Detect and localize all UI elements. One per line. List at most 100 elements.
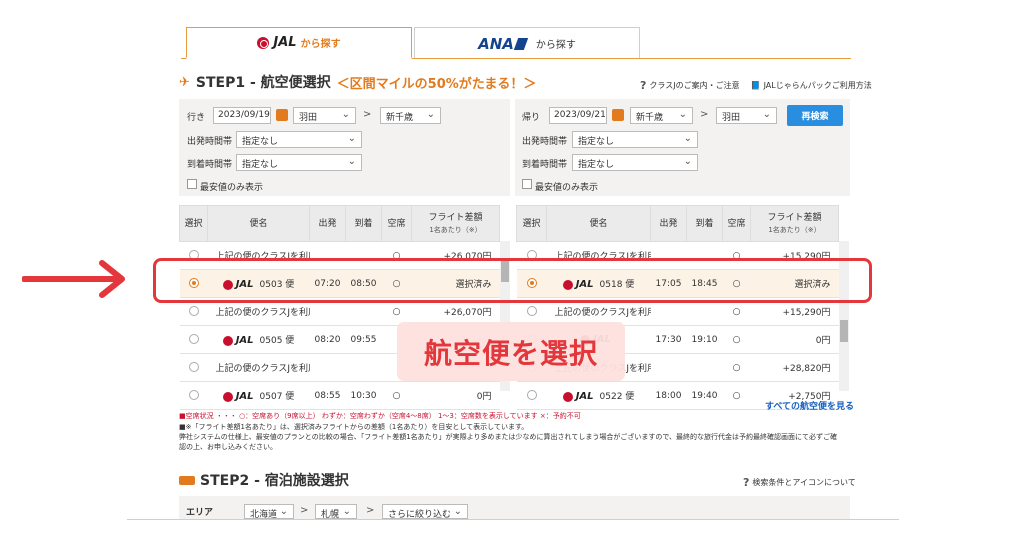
calendar-icon[interactable] — [612, 109, 624, 121]
outbound-time-label: 出発時間帯 — [187, 137, 233, 147]
tab-ana-label: から探す — [535, 40, 576, 51]
col-fare-sub: 1名あたり（※） — [429, 225, 482, 234]
area-refine-select[interactable]: さらに絞り込む ⌄ — [382, 504, 468, 520]
depart-time — [309, 353, 346, 382]
select-cell — [179, 353, 208, 382]
area-city-select[interactable]: 札幌 ⌄ — [315, 504, 357, 520]
flight-radio[interactable] — [188, 390, 199, 401]
fare-diff: +28,820円 — [750, 353, 839, 382]
col-seats: 空席 — [722, 205, 751, 242]
outbound-cheapest-checkbox[interactable] — [187, 179, 197, 189]
col-fare-label: フライト差額 — [428, 212, 483, 223]
inbound-to-value: 羽田 — [722, 113, 741, 123]
inbound-from-select[interactable]: 新千歳 ⌄ — [630, 107, 693, 124]
chevron-down-icon: ⌄ — [341, 109, 350, 120]
inbound-scroll-thumb[interactable] — [840, 320, 848, 342]
col-fare-sub: 1名あたり（※） — [768, 225, 821, 234]
depart-time: 18:00 — [650, 381, 687, 410]
flight-row[interactable]: JAL 0507 便 08:55 10:30 ○ 0円 — [179, 381, 500, 410]
flight-radio[interactable] — [526, 390, 537, 401]
question-icon: ? — [743, 476, 750, 489]
classj-label: 上記の便のクラスJを利用する — [554, 308, 651, 318]
outbound-date-field[interactable]: 2023/09/19 — [213, 107, 271, 124]
col-depart: 出発 — [309, 205, 346, 242]
seat-status: ○ — [722, 381, 751, 410]
inbound-to-select[interactable]: 羽田 ⌄ — [716, 107, 777, 124]
col-arrive: 到着 — [345, 205, 382, 242]
jal-logo-text: JAL — [235, 335, 254, 346]
chevron-down-icon: ⌄ — [279, 506, 288, 517]
area-arrow: > — [300, 505, 309, 516]
route-arrow: > — [700, 109, 709, 120]
area-label: エリア — [186, 508, 214, 518]
help-links: ? クラスJのご案内・ご注意 📘 JALじゃらんパックご利用方法 — [640, 79, 872, 92]
search-conditions-link[interactable]: 検索条件とアイコンについて — [752, 477, 855, 488]
col-flight: 便名 — [546, 205, 651, 242]
tab-ana[interactable]: ANA から探す — [414, 27, 640, 59]
inbound-arr-select[interactable]: 指定なし ⌄ — [572, 154, 698, 171]
outbound-from-select[interactable]: 羽田 ⌄ — [293, 107, 356, 124]
flight-number: 0505 便 — [259, 336, 295, 346]
research-button[interactable]: 再検索 — [787, 105, 843, 126]
outbound-label: 行き — [187, 113, 206, 123]
flight-cell: 上記の便のクラスJを利用するJ — [207, 353, 310, 382]
classj-label: 上記の便のクラスJを利用する — [215, 364, 310, 374]
flight-radio[interactable] — [188, 362, 199, 373]
area-arrow: > — [366, 505, 375, 516]
usage-link[interactable]: JALじゃらんパックご利用方法 — [764, 80, 872, 91]
page-bottom-border — [127, 519, 899, 520]
step1-subtitle: ＜区間マイルの50%がたまる！＞ — [336, 76, 537, 92]
fare-diff: 0円 — [411, 381, 500, 410]
fare-note-3: 認の上、お申し込みください。 — [179, 443, 277, 451]
outbound-to-select[interactable]: 新千歳 ⌄ — [380, 107, 441, 124]
col-depart: 出発 — [650, 205, 687, 242]
airplane-icon: ✈ — [179, 74, 190, 90]
outbound-from-value: 羽田 — [299, 113, 318, 123]
arrive-time — [345, 353, 382, 382]
flight-cell: JAL 0507 便 — [207, 381, 310, 410]
flight-radio[interactable] — [526, 306, 537, 317]
annotation-label: 航空便を選択 — [397, 322, 625, 381]
chevron-down-icon: ⌄ — [347, 156, 356, 167]
chevron-down-icon: ⌄ — [762, 109, 771, 120]
classj-info-link[interactable]: クラスJのご案内・ご注意 — [649, 80, 739, 91]
step2-header: STEP2 - 宿泊施設選択 — [179, 470, 349, 490]
arrive-time: 19:40 — [686, 381, 723, 410]
jal-crane-icon — [562, 391, 573, 402]
col-fare: フライト差額 1名あたり（※） — [750, 205, 839, 242]
outbound-cheapest-label: 最安値のみ表示 — [200, 183, 264, 193]
inbound-date-field[interactable]: 2023/09/21 — [549, 107, 607, 124]
flight-radio[interactable] — [188, 306, 199, 317]
flight-number: 0507 便 — [259, 392, 295, 402]
flight-cell: JAL 0522 便 — [546, 381, 651, 410]
arrive-time: 09:55 — [345, 325, 382, 354]
tab-jal[interactable]: JAL から探す — [186, 27, 412, 59]
jal-logo-text: JAL — [235, 391, 254, 402]
jal-crane-icon — [257, 36, 270, 49]
arrive-time: 19:10 — [686, 325, 723, 354]
flight-radio[interactable] — [188, 334, 199, 345]
col-select: 選択 — [179, 205, 208, 242]
inbound-cheapest-checkbox[interactable] — [522, 179, 532, 189]
depart-time: 08:20 — [309, 325, 346, 354]
jal-logo-text: JAL — [273, 35, 297, 50]
red-arrow-icon — [22, 260, 125, 298]
calendar-icon[interactable] — [276, 109, 288, 121]
arrive-time — [686, 353, 723, 382]
col-flight: 便名 — [207, 205, 310, 242]
inbound-time-select[interactable]: 指定なし ⌄ — [572, 131, 698, 148]
outbound-time-select[interactable]: 指定なし ⌄ — [236, 131, 362, 148]
classj-label: 上記の便のクラスJを利用する — [215, 308, 310, 318]
step2-help: ? 検索条件とアイコンについて — [743, 476, 856, 489]
area-region-select[interactable]: 北海道 ⌄ — [244, 504, 294, 520]
outbound-arr-select[interactable]: 指定なし ⌄ — [236, 154, 362, 171]
outbound-arr-label: 到着時間帯 — [187, 160, 233, 170]
select-cell — [179, 325, 208, 354]
depart-time: 17:30 — [650, 325, 687, 354]
table-header-row: 選択 便名 出発 到着 空席 フライト差額 1名あたり（※） — [516, 205, 839, 242]
select-cell — [516, 381, 547, 410]
chevron-down-icon: ⌄ — [342, 506, 351, 517]
depart-time: 08:55 — [309, 381, 346, 410]
col-seats: 空席 — [381, 205, 412, 242]
col-fare: フライト差額 1名あたり（※） — [411, 205, 500, 242]
